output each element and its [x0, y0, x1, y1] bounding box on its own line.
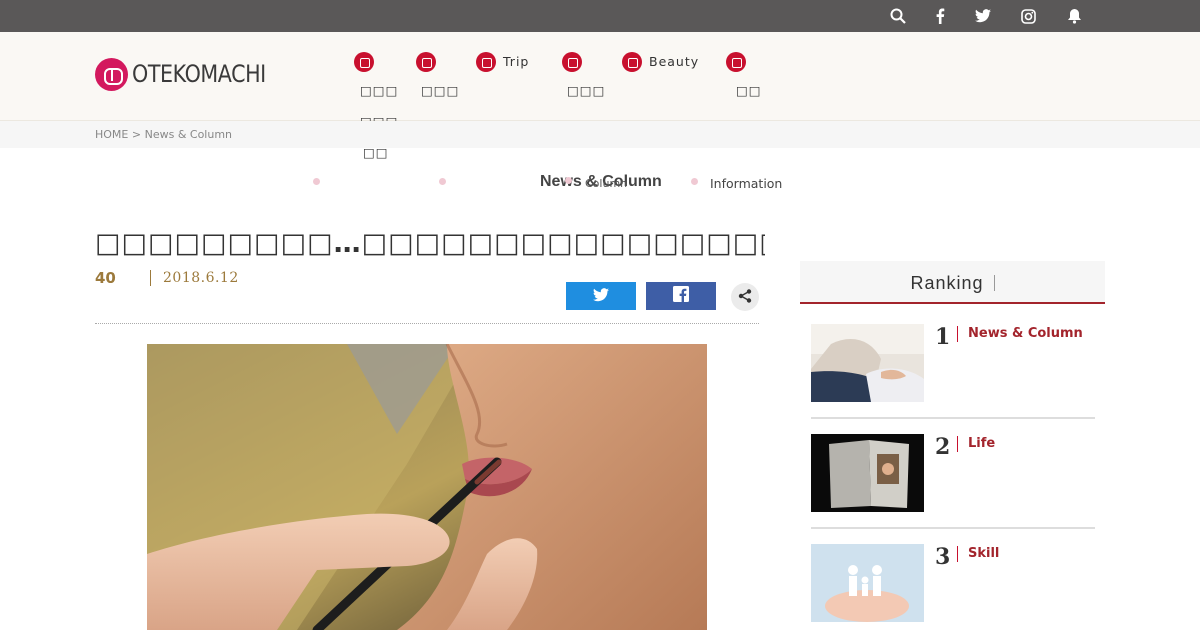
nav-label: Trip	[503, 54, 530, 69]
ranking-number: 2	[935, 434, 951, 460]
article-headline: □□□□□□□□□…□□□□□□□□□□□□□□□□□□	[95, 228, 765, 259]
nav-label: □□□	[360, 83, 399, 98]
ranking-category[interactable]: Skill	[957, 546, 999, 562]
logo-mark-icon	[95, 57, 128, 91]
news-icon	[354, 52, 374, 72]
breadcrumb-current[interactable]: News & Column	[145, 128, 232, 141]
bell-icon[interactable]	[1064, 6, 1084, 26]
ranking-header: Ranking	[800, 261, 1105, 304]
article-hero-image	[147, 344, 707, 630]
ranking-thumbnail[interactable]	[811, 324, 924, 402]
subnav-item-column[interactable]: Column	[585, 177, 627, 190]
logo-text: OTEKOMACHI	[132, 60, 266, 88]
ranking-number: 3	[935, 544, 951, 570]
twitter-icon	[593, 287, 609, 306]
instagram-icon[interactable]	[1018, 6, 1038, 26]
subnav-item-information[interactable]: Information	[710, 176, 782, 191]
share-icon	[738, 288, 752, 307]
ranking-thumbnail[interactable]	[811, 434, 924, 512]
subnav-dot[interactable]	[313, 178, 320, 185]
beauty-icon	[622, 52, 642, 72]
subnav-dot[interactable]	[691, 178, 698, 185]
ranking-item-1[interactable]: 1 News & Column	[811, 324, 1095, 419]
food-icon	[562, 52, 582, 72]
twitter-icon[interactable]	[973, 6, 993, 26]
ranking-item-3[interactable]: 3 Skill	[811, 544, 1095, 630]
ranking-item-2[interactable]: 2 Life	[811, 434, 1095, 529]
facebook-icon[interactable]	[930, 6, 950, 26]
share-facebook-button[interactable]	[646, 282, 716, 310]
subnav-dot[interactable]	[565, 177, 572, 184]
site-logo[interactable]: OTEKOMACHI	[95, 57, 288, 91]
nav-item-pin[interactable]: □□	[726, 52, 761, 98]
search-icon[interactable]	[888, 6, 908, 26]
ranking-category[interactable]: News & Column	[957, 326, 1083, 342]
subnav-dot[interactable]	[439, 178, 446, 185]
top-utility-bar	[0, 0, 1200, 32]
ranking-thumbnail[interactable]	[811, 544, 924, 622]
pin-icon	[726, 52, 746, 72]
nav-item-pen[interactable]: □□□	[416, 52, 458, 98]
nav-item-trip[interactable]: Trip	[476, 52, 528, 75]
nav-item-beauty[interactable]: Beauty	[622, 52, 698, 75]
pen-icon	[416, 52, 436, 72]
share-twitter-button[interactable]	[566, 282, 636, 310]
nav-label: □□□	[421, 83, 460, 98]
ranking-number: 1	[935, 324, 951, 350]
ranking-title: Ranking	[910, 273, 984, 293]
ranking-title-divider	[993, 275, 995, 291]
site-header: OTEKOMACHI □□□ □□□ □□ □□□ Trip □□□ Beaut…	[0, 32, 1200, 160]
facebook-icon	[673, 286, 689, 306]
article-count: 40	[95, 269, 116, 287]
nav-label: Beauty	[649, 54, 700, 69]
trip-icon	[476, 52, 496, 72]
share-more-button[interactable]	[731, 283, 759, 311]
article-divider	[95, 323, 759, 324]
ranking-category[interactable]: Life	[957, 436, 995, 452]
nav-label: □□	[736, 83, 762, 98]
article-date: 2018.6.12	[150, 270, 239, 286]
breadcrumb-separator: >	[131, 128, 142, 141]
breadcrumb: HOME > News & Column	[0, 121, 1200, 148]
nav-item-food[interactable]: □□□	[562, 52, 604, 98]
nav-label: □□□	[567, 83, 606, 98]
nav-item-news[interactable]: □□□ □□□ □□	[354, 52, 397, 160]
breadcrumb-home[interactable]: HOME	[95, 128, 128, 141]
